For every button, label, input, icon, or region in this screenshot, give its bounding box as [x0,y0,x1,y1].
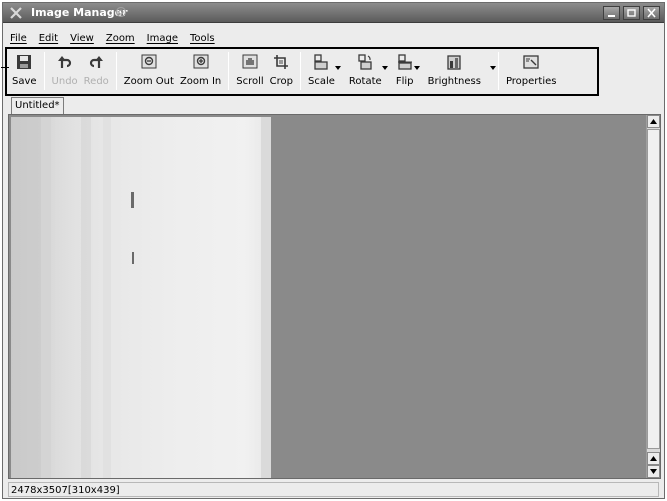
scale-button[interactable]: Scale [305,50,341,92]
scroll-label: Scroll [236,76,264,87]
properties-label: Properties [505,76,557,87]
zoom-out-button[interactable]: Zoom Out [121,50,177,92]
crop-label: Crop [269,76,293,87]
flip-button[interactable]: Flip [393,50,420,92]
scanned-image-texture [11,117,271,478]
undo-button[interactable]: Undo [49,50,81,92]
toolbar: Save Undo Redo Zoom Out Zoom In Scroll C… [9,50,559,92]
scroll-up-lower-button[interactable] [647,452,660,465]
image-viewer[interactable] [8,114,661,479]
arrow-up-icon [650,119,657,124]
toolbar-separator [300,52,301,90]
properties-button[interactable]: Properties [503,50,560,92]
menu-bar: File Edit View Zoom Image Tools [3,31,220,47]
menu-file[interactable]: File [5,31,32,47]
rotate-icon [358,54,372,70]
close-icon [647,8,656,18]
status-bar: 2478x3507[310x439] [8,482,659,497]
scroll-up-button[interactable] [647,115,660,128]
toolbar-separator [43,52,45,90]
redo-arrow-icon [90,56,104,68]
scrollbar-thumb[interactable] [647,129,660,449]
close-button[interactable] [643,6,660,20]
toolbar-separator [115,52,117,90]
flip-label: Flip [395,76,414,87]
rotate-dropdown-arrow[interactable] [381,66,388,70]
rotate-button[interactable]: Rotate [346,50,388,92]
crop-button[interactable]: Crop [267,50,296,92]
maximize-icon [627,9,636,17]
hand-icon [242,54,258,69]
brightness-dropdown-arrow[interactable] [489,66,496,70]
minimize-button[interactable] [603,6,620,20]
scanned-image [11,117,271,478]
zoom-in-label: Zoom In [179,76,222,87]
menu-image[interactable]: Image [142,31,183,47]
tab-untitled[interactable]: Untitled* [11,97,64,114]
zoom-in-icon [193,54,209,69]
scale-dropdown-arrow[interactable] [334,66,341,70]
menu-view[interactable]: View [65,31,99,47]
vertical-scrollbar[interactable] [646,115,660,478]
menu-zoom[interactable]: Zoom [101,31,140,47]
undo-label: Undo [51,76,78,87]
brightness-icon [447,55,461,70]
zoom-in-button[interactable]: Zoom In [177,50,224,92]
toolbar-separator [497,52,499,90]
arrow-down-icon [650,469,657,474]
redo-label: Redo [83,76,109,87]
flip-icon [397,54,412,70]
save-button[interactable]: Save [9,50,40,92]
minimize-icon [608,15,615,17]
save-label: Save [12,76,37,87]
crop-icon [274,55,289,69]
undo-arrow-icon [57,56,71,68]
arrow-up-icon [650,456,657,461]
zoom-out-icon [141,54,157,69]
window-title: Image Manager [31,6,128,19]
maximize-button[interactable] [623,6,640,20]
scale-icon [314,54,329,70]
brightness-button[interactable]: Brightness [425,50,496,92]
title-bar[interactable]: Image Manager [3,3,664,23]
toolbar-separator [228,52,230,90]
menu-tools[interactable]: Tools [185,31,220,47]
properties-icon [523,55,539,69]
rotate-label: Rotate [348,76,382,87]
menu-edit[interactable]: Edit [34,31,63,47]
brightness-label: Brightness [427,76,481,87]
spiral-icon [115,6,127,18]
redo-button[interactable]: Redo [81,50,112,92]
zoom-out-label: Zoom Out [123,76,174,87]
app-icon [10,7,22,19]
flip-dropdown-arrow[interactable] [413,66,420,70]
app-window: Image Manager File Edit View Zoom Image … [1,2,665,499]
floppy-icon [17,55,32,69]
scroll-button[interactable]: Scroll [233,50,266,92]
scale-label: Scale [308,76,335,87]
scroll-down-button[interactable] [647,465,660,478]
